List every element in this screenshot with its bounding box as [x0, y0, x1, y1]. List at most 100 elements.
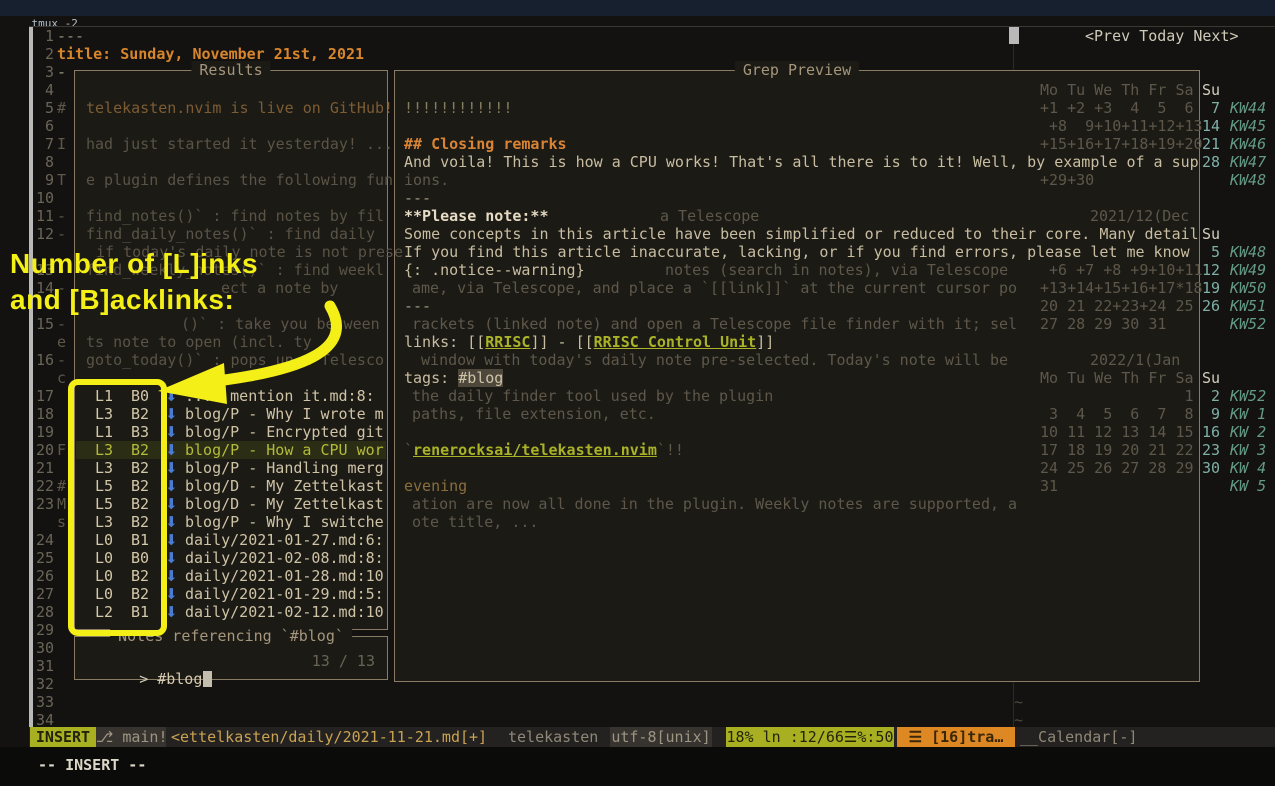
calendar-week-number: KW 2 [1230, 423, 1266, 441]
calendar-days: Mo Tu We Th Fr Sa [1040, 81, 1194, 99]
buffer-margin-char: M [57, 495, 66, 513]
entry-text: blog/D - My Zettelkast [185, 495, 384, 513]
line-number: 1 [26, 27, 54, 45]
cursor-position: 18% ln :12/66☰%:50 [726, 727, 894, 747]
calendar-sunday-cell: 30 [1196, 459, 1220, 477]
calendar-week-number: KW 4 [1230, 459, 1266, 477]
entry-text: daily/2021-01-28.md:10 [185, 567, 384, 585]
calendar-days: +8 9+10+11+12+13 [1040, 117, 1203, 135]
calendar-row: Mo Tu We Th Fr SaSu [0, 81, 1275, 99]
git-branch-name: main! [122, 728, 167, 746]
line-number: 32 [26, 675, 54, 693]
line-number: 24 [26, 531, 54, 549]
mode-message: -- INSERT -- [38, 756, 146, 774]
line-number: 3 [26, 63, 54, 81]
calendar-days: 31 [1040, 477, 1058, 495]
annotation-text-line1: Number of [L]inks [10, 248, 258, 280]
calendar-week-number: KW50 [1230, 279, 1266, 297]
statusline: INSERT ⎇ main! <ettelkasten/daily/2021-1… [29, 727, 1275, 747]
annotation-text-line2: and [B]acklinks: [10, 284, 234, 316]
results-title: Results [191, 61, 270, 79]
calendar-sunday-cell: 16 [1196, 423, 1220, 441]
calendar-days: 17 18 19 20 21 22 [1040, 441, 1194, 459]
calendar-week-number: KW45 [1230, 117, 1266, 135]
calendar-week-number: KW 5 [1230, 477, 1266, 495]
preview-text-segment: --- [404, 189, 431, 207]
calendar-sunday-cell: 19 [1196, 279, 1220, 297]
buffer-line: - [57, 63, 66, 81]
calendar-sunday-cell: 12 [1196, 261, 1220, 279]
calendar-sunday-cell: Su [1196, 81, 1220, 99]
calendar-days: +6 +7 +8 +9+10+11 [1040, 261, 1203, 279]
buffer-margin-char: s [57, 513, 66, 531]
preview-line: links: [[RRISC]] - [[RRISC Control Unit]… [404, 333, 774, 351]
calendar-sunday-cell: 5 [1196, 243, 1220, 261]
calendar-row: 3 4 5 6 7 89 KW 1 [0, 405, 1275, 423]
calendar-days: 3 4 5 6 7 8 [1040, 405, 1194, 423]
calendar-row: 31 KW 5 [0, 477, 1275, 495]
mode-indicator: INSERT [30, 727, 96, 747]
calendar-days: 27 28 29 30 31 [1040, 315, 1166, 333]
preview-text-segment: RRISC Control Unit [594, 333, 757, 351]
calendar-row: +1 +2 +3 4 5 67KW44 [0, 99, 1275, 117]
preview-text-segment: ]] - [[ [530, 333, 593, 351]
calendar-row: 10 11 12 13 14 1516 KW 2 [0, 423, 1275, 441]
git-branch: ⎇ main! [96, 727, 166, 747]
line-number: 23 [26, 495, 54, 513]
window-separator-block [1009, 27, 1019, 44]
calendar-week-number: KW47 [1230, 153, 1266, 171]
plugin-name: telekasten [508, 727, 598, 747]
calendar-days: 24 25 26 27 28 29 [1040, 459, 1194, 477]
calendar-days: 2021/12(Dec [1090, 207, 1189, 225]
calendar-days: +29+30 [1040, 171, 1094, 189]
preview-line: --- [404, 189, 431, 207]
calendar-sunday-cell: 26 [1196, 297, 1220, 315]
preview-text-segment: ote title, ... [412, 513, 538, 531]
line-number: 2 [26, 45, 54, 63]
calendar-row: Mo Tu We Th Fr SaSu [0, 369, 1275, 387]
calendar-week-number: KW 1 [1230, 405, 1266, 423]
line-number: 29 [26, 621, 54, 639]
filename: <ettelkasten/daily/2021-11-21.md[+] [171, 727, 487, 747]
calendar-sunday-cell: Su [1196, 369, 1220, 387]
entry-text: daily/2021-02-12.md:10 [185, 603, 384, 621]
trailing-whitespace-warning: ☰ [16]tra… [897, 727, 1015, 747]
line-number: 28 [26, 603, 54, 621]
calendar-sunday-cell: 23 [1196, 441, 1220, 459]
calendar-sunday-cell: 9 [1196, 405, 1220, 423]
calendar-days: +1 +2 +3 4 5 6 [1040, 99, 1194, 117]
result-counter: 13 / 13 [312, 652, 375, 670]
calendar-days: 2022/1(Jan [1090, 351, 1180, 369]
preview-text-segment: links: [[ [404, 333, 485, 351]
line-number: 10 [26, 189, 54, 207]
grep-preview-title: Grep Preview [735, 61, 859, 79]
search-prompt[interactable]: >#blog [85, 652, 212, 706]
prompt-symbol: > [139, 670, 148, 688]
calendar-row: 17 18 19 20 21 2223KW 3 [0, 441, 1275, 459]
calendar-row: 27 28 29 30 31KW52 [0, 315, 1275, 333]
preview-text-segment: ]] [756, 333, 774, 351]
buffer-margin-char: e [57, 333, 66, 351]
line-number: 31 [26, 657, 54, 675]
calendar-days: +13+14+15+16+17*18 [1040, 279, 1203, 297]
line-number: 25 [26, 549, 54, 567]
entry-text: daily/2021-02-08.md:8: [185, 549, 384, 567]
calendar-days: 10 11 12 13 14 15 [1040, 423, 1194, 441]
empty-line-tilde: ~ [1014, 693, 1023, 711]
calendar-row: +29+30KW48 [0, 171, 1275, 189]
calendar-row: +15+16+17+18+19+2021KW46 [0, 135, 1275, 153]
calendar-days: 20 21 22+23+24 25 [1040, 297, 1194, 315]
calendar-week-number: KW48 [1230, 243, 1266, 261]
text-cursor [203, 671, 212, 687]
entry-text: daily/2021-01-27.md:6: [185, 531, 384, 549]
calendar-row: Su [0, 225, 1275, 243]
calendar-row: 2022/1(Jan [0, 351, 1275, 369]
calendar-row: +8 9+10+11+12+1314KW45 [0, 117, 1275, 135]
terminal-screen: tmux -2 Results Grep Preview Notes refer… [0, 0, 1275, 786]
entry-text: blog/P - Why I switche [185, 513, 384, 531]
calendar-buffer-label: __Calendar[-] [1020, 727, 1137, 747]
results-background-line: ts note to open (incl. ty [86, 333, 312, 351]
calendar-nav[interactable]: <Prev Today Next> [1085, 27, 1239, 45]
calendar-row: 28KW47 [0, 153, 1275, 171]
calendar-week-number: KW49 [1230, 261, 1266, 279]
